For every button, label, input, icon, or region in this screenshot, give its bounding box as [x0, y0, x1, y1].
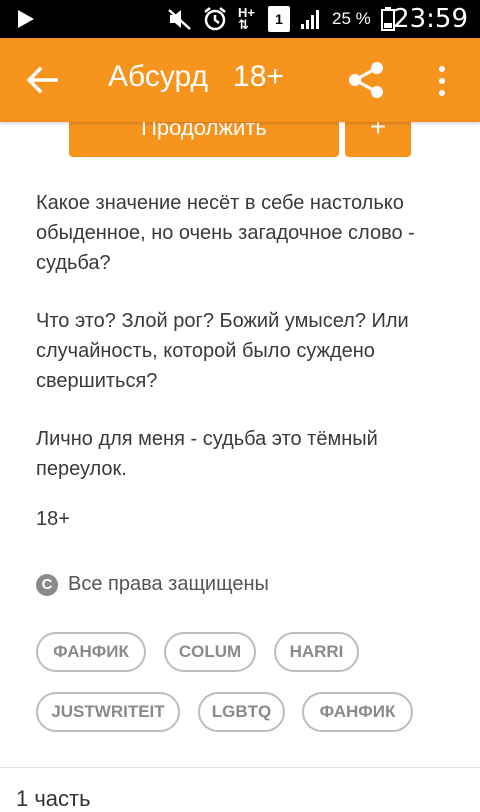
tag-chip[interactable]: HARRI [274, 632, 359, 672]
copyright-icon: C [36, 573, 58, 596]
section-divider [0, 767, 480, 768]
description-paragraph: Лично для меня - судьба это тёмный переу… [36, 428, 378, 480]
age-rating: 18+ [36, 508, 70, 530]
sim-slot-text: 1 [275, 11, 283, 27]
back-arrow-icon[interactable] [26, 66, 58, 94]
status-icons: H+ ⇅ 1 25 % [168, 6, 395, 32]
part-list-item[interactable]: 1 часть [16, 786, 91, 812]
tag-label: LGBTQ [211, 702, 272, 721]
work-description: Какое значение несёт в себе настолько об… [36, 188, 456, 512]
app-bar: Абсурд 18+ [0, 38, 480, 122]
more-options-icon[interactable] [432, 64, 452, 98]
share-icon[interactable] [346, 60, 386, 100]
tag-label: ФАНФИК [53, 642, 129, 661]
battery-percent: 25 % [332, 9, 371, 28]
sim-icon: 1 [268, 6, 290, 32]
copyright-text: Все права защищены [68, 573, 269, 595]
tag-label: HARRI [289, 642, 344, 661]
copyright-notice: C Все права защищены [36, 573, 269, 596]
tag-chip[interactable]: LGBTQ [198, 692, 285, 732]
tag-chip[interactable]: JUSTWRITEIT [36, 692, 180, 732]
tag-chip[interactable]: ФАНФИК [36, 632, 146, 672]
network-type-icon: H+ ⇅ [238, 5, 255, 32]
mute-icon [168, 9, 191, 30]
status-bar: H+ ⇅ 1 25 % 23:59 [0, 0, 480, 38]
page-title: Абсурд 18+ [108, 60, 284, 93]
network-type-text: H+ [238, 5, 255, 20]
tag-chip[interactable]: COLUM [164, 632, 256, 672]
clock: 23:59 [393, 4, 468, 34]
tag-chip[interactable]: ФАНФИК [302, 692, 413, 732]
alarm-icon [204, 7, 226, 31]
tag-label: COLUM [178, 642, 242, 661]
signal-icon [301, 10, 319, 29]
description-paragraph: Что это? Злой рог? Божий умысел? Или слу… [36, 310, 409, 392]
play-icon [18, 10, 34, 28]
tag-label: ФАНФИК [319, 702, 396, 721]
description-paragraph: Какое значение несёт в себе настолько об… [36, 192, 415, 274]
tag-label: JUSTWRITEIT [51, 702, 165, 721]
